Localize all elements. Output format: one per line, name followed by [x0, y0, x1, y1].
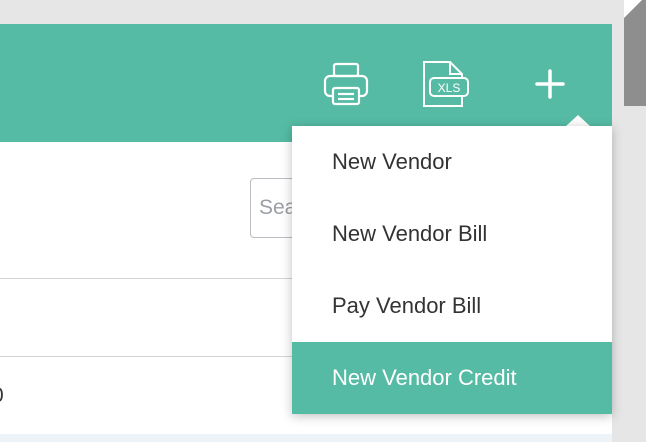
printer-icon[interactable]	[318, 56, 374, 112]
toolbar: XLS	[0, 24, 612, 142]
menu-item-pay-vendor-bill[interactable]: Pay Vendor Bill	[292, 270, 612, 342]
dropdown-caret	[566, 115, 590, 126]
table-cell: 0	[0, 384, 4, 408]
table-row-stripe	[0, 434, 612, 442]
scrollbar-corner	[624, 0, 642, 18]
xls-label: XLS	[438, 81, 461, 95]
xls-export-icon[interactable]: XLS	[416, 56, 472, 112]
menu-item-new-vendor[interactable]: New Vendor	[292, 126, 612, 198]
table-divider	[0, 278, 330, 279]
plus-icon[interactable]	[522, 56, 578, 112]
menu-item-new-vendor-bill[interactable]: New Vendor Bill	[292, 198, 612, 270]
menu-item-new-vendor-credit[interactable]: New Vendor Credit	[292, 342, 612, 414]
add-dropdown-menu: New Vendor New Vendor Bill Pay Vendor Bi…	[292, 126, 612, 414]
table-divider	[0, 356, 330, 357]
scrollbar[interactable]	[624, 0, 646, 442]
